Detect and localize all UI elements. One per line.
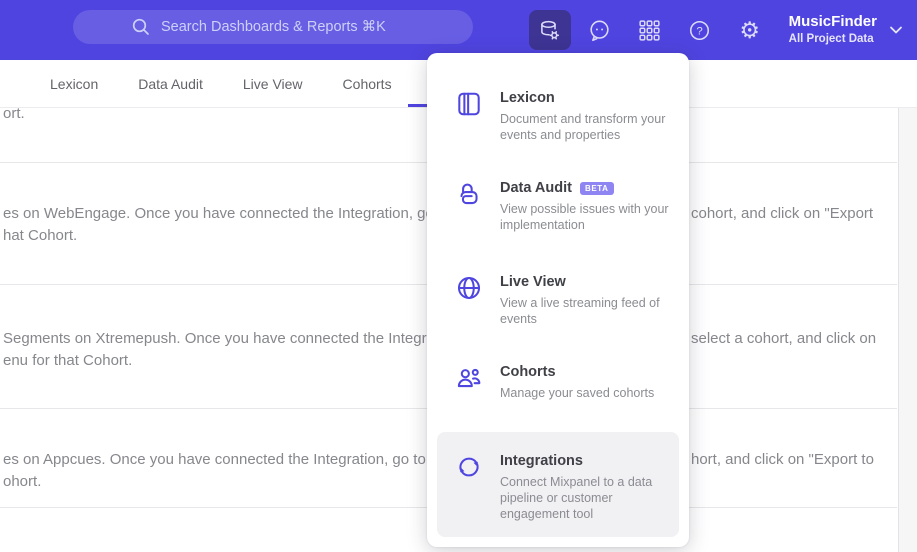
row4-line1-left: es on Appcues. Once you have connected t… — [3, 451, 468, 468]
menu-item-title: Integrations — [500, 453, 583, 469]
help-icon: ? — [687, 18, 712, 43]
data-management-button[interactable] — [528, 10, 571, 50]
menu-item-live-view[interactable]: Live View View a live streaming feed of … — [427, 274, 689, 327]
row4-line1-right: hort, and click on "Export to — [691, 451, 874, 468]
chat-smiley-icon — [587, 18, 612, 43]
menu-item-description: Manage your saved cohorts — [500, 386, 655, 400]
project-name: MusicFinder — [788, 13, 877, 31]
beta-badge: BETA — [579, 182, 614, 195]
database-gear-icon — [537, 18, 562, 43]
help-button[interactable]: ? — [679, 10, 721, 50]
search-icon — [130, 16, 152, 38]
integrations-sync-icon — [455, 453, 483, 481]
cohorts-people-icon — [455, 364, 483, 392]
menu-item-description: Document and transform your events and p… — [500, 112, 666, 142]
feedback-button[interactable] — [579, 10, 621, 50]
svg-text:?: ? — [696, 25, 702, 37]
row4-line2-left: ohort. — [3, 473, 42, 490]
row3-line2-left: enu for that Cohort. — [3, 352, 133, 369]
tab-live-view[interactable]: Live View — [243, 76, 303, 92]
top-navigation-bar: ? ⚙ MusicFinder All Project Data — [0, 0, 917, 60]
row3-line1-right: select a cohort, and click on — [691, 330, 877, 347]
tab-data-audit[interactable]: Data Audit — [138, 76, 203, 92]
tab-cohorts[interactable]: Cohorts — [343, 76, 392, 92]
project-switcher[interactable]: MusicFinder All Project Data — [789, 13, 903, 46]
data-management-menu: Lexicon Document and transform your even… — [427, 53, 689, 547]
menu-item-description: View a live streaming feed of events — [500, 296, 660, 326]
menu-item-integrations[interactable]: Integrations Connect Mixpanel to a data … — [427, 453, 689, 522]
gear-icon: ⚙ — [739, 16, 760, 43]
row3-line1-left: Segments on Xtremepush. Once you have co… — [3, 330, 464, 347]
row2-line1-right: cohort, and click on "Export — [691, 205, 874, 222]
live-view-globe-icon — [455, 274, 483, 302]
global-search[interactable] — [73, 10, 473, 44]
menu-item-cohorts[interactable]: Cohorts Manage your saved cohorts — [427, 364, 689, 401]
menu-item-lexicon[interactable]: Lexicon Document and transform your even… — [427, 90, 689, 143]
chevron-down-icon — [889, 25, 903, 35]
menu-item-title: Live View — [500, 274, 566, 290]
menu-item-data-audit[interactable]: Data Audit BETA View possible issues wit… — [427, 180, 689, 233]
scrollbar-gutter[interactable] — [898, 108, 917, 552]
data-audit-icon — [455, 180, 483, 208]
menu-item-title: Cohorts — [500, 364, 556, 380]
menu-item-description: Connect Mixpanel to a data pipeline or c… — [500, 475, 653, 521]
row2-line2-left: hat Cohort. — [3, 227, 78, 244]
menu-item-title: Data Audit — [500, 180, 572, 196]
row2-line1-left: es on WebEngage. Once you have connected… — [3, 205, 476, 222]
menu-item-title: Lexicon — [500, 90, 555, 106]
tab-lexicon[interactable]: Lexicon — [50, 76, 98, 92]
menu-item-description: View possible issues with your implement… — [500, 202, 669, 232]
search-input[interactable] — [161, 19, 416, 35]
settings-button[interactable]: ⚙ — [729, 10, 771, 50]
apps-grid-button[interactable] — [629, 10, 671, 50]
project-scope: All Project Data — [788, 33, 874, 46]
lexicon-book-icon — [455, 90, 483, 118]
grid-icon — [637, 18, 662, 43]
